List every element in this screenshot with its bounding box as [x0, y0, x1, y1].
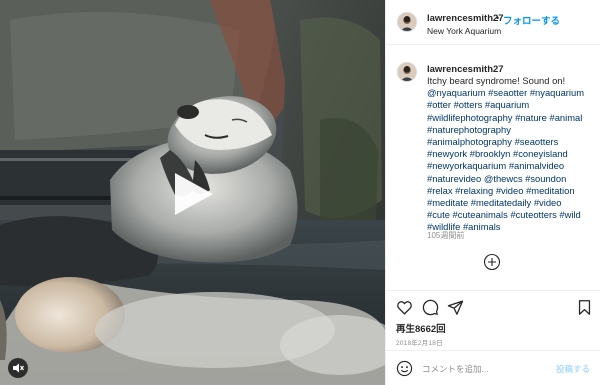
caption-line: #animalphotography #seaotters — [427, 136, 599, 148]
hashtag-link[interactable]: #naturevideo — [427, 173, 481, 184]
save-button[interactable] — [576, 299, 593, 316]
post-comment-button[interactable]: 投稿する — [556, 363, 590, 375]
hashtag-link[interactable]: #cute — [427, 209, 450, 220]
plus-circle-icon — [483, 253, 501, 271]
hashtag-link[interactable]: #naturephotography — [427, 124, 511, 135]
hashtag-link[interactable]: #nature — [515, 112, 547, 123]
comment-input[interactable] — [422, 359, 542, 378]
hashtag-link[interactable]: #relax — [427, 185, 453, 196]
emoji-button[interactable] — [396, 360, 413, 377]
heart-icon — [397, 301, 412, 315]
paper-plane-icon — [447, 300, 464, 315]
share-button[interactable] — [447, 299, 464, 316]
hashtag-link[interactable]: #relaxing — [455, 185, 493, 196]
post-video[interactable] — [0, 0, 385, 385]
view-count[interactable]: 再生8662回 — [396, 321, 446, 335]
bookmark-icon — [578, 300, 591, 315]
hashtag-link[interactable]: #video — [534, 197, 562, 208]
separator-dot: • — [496, 13, 500, 23]
hashtag-link[interactable]: #aquarium — [485, 99, 529, 110]
mute-button[interactable] — [8, 358, 28, 378]
header-username[interactable]: lawrencesmith27 — [427, 13, 504, 24]
caption-line: #meditate #meditatedaily #video — [427, 197, 599, 209]
play-icon — [175, 173, 213, 215]
comment-button[interactable] — [422, 299, 439, 316]
hashtag-link[interactable]: #meditatedaily — [471, 197, 531, 208]
hashtag-link[interactable]: #otters — [454, 99, 483, 110]
hashtag-link[interactable]: #animal — [550, 112, 583, 123]
avatar[interactable] — [397, 12, 417, 32]
mention-link[interactable]: @nyaquarium — [427, 87, 486, 98]
follow-button[interactable]: フォローする — [503, 13, 560, 27]
hashtag-link[interactable]: #animalphotography — [427, 136, 512, 147]
hashtag-link[interactable]: #wild — [559, 209, 580, 220]
hashtag-link[interactable]: #otter — [427, 99, 451, 110]
hashtag-link[interactable]: #newyorkaquarium — [427, 160, 506, 171]
action-bar: 再生8662回 2018年2月18日 — [386, 290, 600, 350]
comment-icon — [422, 299, 439, 316]
hashtag-link[interactable]: #meditate — [427, 197, 468, 208]
smiley-icon — [396, 360, 413, 377]
hashtag-link[interactable]: #seaotter — [488, 87, 527, 98]
user-avatar-icon — [398, 13, 416, 31]
speaker-muted-icon — [13, 363, 24, 373]
hashtag-link[interactable]: #nyaquarium — [530, 87, 584, 98]
post-header: lawrencesmith27 • フォローする New York Aquari… — [386, 0, 600, 45]
play-button[interactable] — [172, 170, 216, 218]
caption-text-segment: Itchy beard syndrome! Sound on! — [427, 75, 566, 86]
caption-username[interactable]: lawrencesmith27 — [427, 64, 504, 75]
time-ago[interactable]: 105週間前 — [427, 230, 464, 241]
hashtag-link[interactable]: #animals — [463, 221, 501, 232]
caption-text: Itchy beard syndrome! Sound on! @nyaquari… — [427, 75, 599, 234]
hashtag-link[interactable]: #seaotters — [515, 136, 559, 147]
mention-link[interactable]: @thewcs — [484, 173, 523, 184]
hashtag-link[interactable]: #soundon — [525, 173, 566, 184]
caption-line: #newyorkaquarium #animalvideo — [427, 160, 599, 172]
hashtag-link[interactable]: #coneyisland — [513, 148, 568, 159]
like-button[interactable] — [396, 299, 413, 316]
avatar[interactable] — [397, 62, 417, 82]
hashtag-link[interactable]: #cuteotters — [510, 209, 556, 220]
comment-form: 投稿する — [386, 350, 600, 385]
caption-line: #newyork #brooklyn #coneyisland — [427, 148, 599, 160]
caption-line: #cute #cuteanimals #cuteotters #wild — [427, 209, 599, 221]
hashtag-link[interactable]: #meditation — [526, 185, 574, 196]
caption-line: #wildlifephotography #nature #animal — [427, 112, 599, 124]
caption-line: #relax #relaxing #video #meditation — [427, 185, 599, 197]
caption-line: #naturevideo @thewcs #soundon — [427, 173, 599, 185]
caption-line: #naturephotography — [427, 124, 599, 136]
caption-area: lawrencesmith27 Itchy beard syndrome! So… — [386, 45, 600, 290]
load-more-comments-button[interactable] — [483, 253, 501, 271]
location-link[interactable]: New York Aquarium — [427, 26, 501, 36]
user-avatar-icon — [398, 63, 416, 81]
caption-line: @nyaquarium #seaotter #nyaquarium — [427, 87, 599, 99]
hashtag-link[interactable]: #wildlifephotography — [427, 112, 512, 123]
hashtag-link[interactable]: #video — [496, 185, 524, 196]
post-side-panel: lawrencesmith27 • フォローする New York Aquari… — [385, 0, 600, 385]
caption-line: Itchy beard syndrome! Sound on! — [427, 75, 599, 87]
hashtag-link[interactable]: #newyork — [427, 148, 467, 159]
post-date: 2018年2月18日 — [396, 340, 443, 347]
hashtag-link[interactable]: #cuteanimals — [453, 209, 508, 220]
hashtag-link[interactable]: #brooklyn — [470, 148, 511, 159]
hashtag-link[interactable]: #animalvideo — [509, 160, 564, 171]
caption-line: #otter #otters #aquarium — [427, 99, 599, 111]
